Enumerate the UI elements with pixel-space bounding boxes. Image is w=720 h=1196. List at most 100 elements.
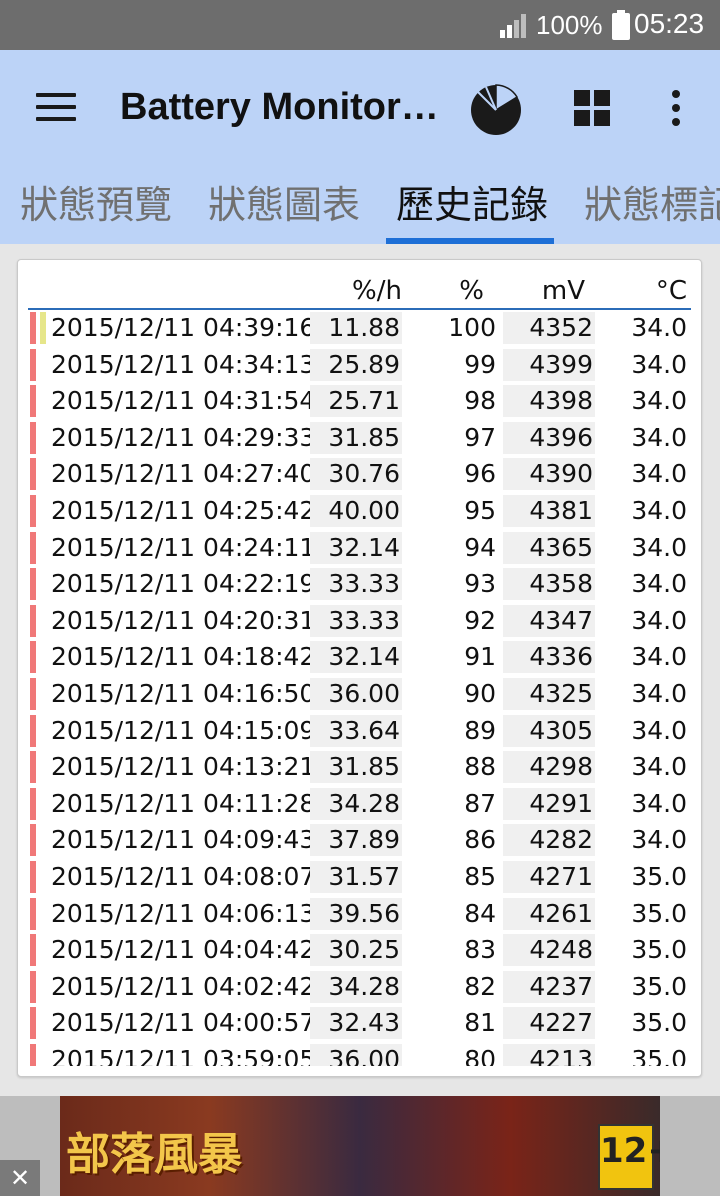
- cell-voltage: 4227: [503, 1007, 595, 1040]
- discharge-marker: [30, 531, 36, 564]
- pie-chart-icon[interactable]: [468, 82, 524, 136]
- cell-temperature: 35.0: [631, 1008, 687, 1038]
- active-tab-indicator: [386, 238, 554, 244]
- cell-percent: 88: [464, 752, 496, 782]
- cell-percent: 81: [464, 1008, 496, 1038]
- cell-temperature: 34.0: [631, 422, 687, 452]
- table-row[interactable]: 2015/12/11 04:02:42 34.28 82 4237 35.0: [18, 969, 701, 1005]
- cell-time: 2015/12/11 04:09:43: [51, 825, 316, 855]
- table-row[interactable]: 2015/12/11 04:24:11 32.14 94 4365 34.0: [18, 530, 701, 566]
- cell-voltage: 4390: [503, 458, 595, 491]
- ad-banner[interactable]: 部落風暴 12+: [0, 1096, 720, 1196]
- cell-time: 2015/12/11 04:11:28: [51, 788, 316, 818]
- cell-percent: 90: [464, 679, 496, 708]
- cell-percent: 98: [464, 386, 496, 416]
- battery-icon: [612, 10, 630, 40]
- cell-rate: 11.88: [310, 312, 402, 344]
- cell-rate: 31.57: [310, 861, 402, 893]
- table-row[interactable]: 2015/12/11 04:31:54 25.71 98 4398 34.0: [18, 383, 701, 419]
- cell-time: 2015/12/11 04:06:13: [51, 898, 316, 928]
- cell-rate: 32.14: [310, 531, 402, 564]
- cell-voltage: 4381: [503, 495, 595, 527]
- discharge-marker: [30, 604, 36, 637]
- cell-time: 2015/12/11 04:20:31: [51, 605, 316, 635]
- grid-view-icon[interactable]: [572, 88, 612, 128]
- table-row[interactable]: 2015/12/11 04:39:16 11.88 100 4352 34.0: [18, 310, 701, 346]
- cell-voltage: 4237: [503, 970, 595, 1003]
- table-row[interactable]: 2015/12/11 04:18:42 32.14 91 4336 34.0: [18, 639, 701, 675]
- cell-percent: 95: [464, 496, 496, 525]
- cell-percent: 87: [464, 788, 496, 818]
- cell-voltage: 4336: [503, 641, 595, 674]
- table-row[interactable]: 2015/12/11 04:11:28 34.28 87 4291 34.0: [18, 786, 701, 822]
- table-row[interactable]: 2015/12/11 04:16:50 36.00 90 4325 34.0: [18, 676, 701, 712]
- table-row[interactable]: 2015/12/11 03:59:05 36.00 80 4213 35.0: [18, 1042, 701, 1066]
- discharge-marker: [30, 458, 36, 491]
- header-voltage: mV: [541, 276, 585, 306]
- cell-rate: 33.33: [310, 568, 402, 601]
- cell-voltage: 4399: [503, 348, 595, 381]
- table-row[interactable]: 2015/12/11 04:27:40 30.76 96 4390 34.0: [18, 456, 701, 492]
- tab-history[interactable]: 歷史記錄: [396, 178, 548, 244]
- menu-icon[interactable]: [36, 93, 76, 123]
- table-row[interactable]: 2015/12/11 04:00:57 32.43 81 4227 35.0: [18, 1005, 701, 1041]
- tab-status-overview[interactable]: 狀態預覽: [20, 178, 172, 244]
- cell-percent: 82: [464, 971, 496, 1001]
- cell-time: 2015/12/11 04:16:50: [51, 679, 316, 708]
- cell-temperature: 34.0: [631, 679, 687, 708]
- ad-title: 部落風暴: [66, 1129, 242, 1180]
- cell-time: 2015/12/11 04:18:42: [51, 642, 316, 672]
- cell-temperature: 34.0: [631, 532, 687, 562]
- clock: 05:23: [634, 8, 705, 39]
- cell-rate: 33.33: [310, 604, 402, 637]
- cell-time: 2015/12/11 04:27:40: [51, 459, 316, 489]
- table-row[interactable]: 2015/12/11 04:29:33 31.85 97 4396 34.0: [18, 420, 701, 456]
- more-options-icon[interactable]: [662, 88, 690, 128]
- cell-time: 2015/12/11 04:24:11: [51, 532, 316, 562]
- table-row[interactable]: 2015/12/11 04:08:07 31.57 85 4271 35.0: [18, 859, 701, 895]
- table-body[interactable]: 2015/12/11 04:39:16 11.88 100 4352 34.0 2015/…: [18, 310, 701, 1066]
- cell-temperature: 34.0: [631, 788, 687, 818]
- cell-time: 2015/12/11 04:34:13: [51, 349, 316, 379]
- table-row[interactable]: 2015/12/11 04:34:13 25.89 99 4399 34.0: [18, 347, 701, 383]
- table-row[interactable]: 2015/12/11 04:15:09 33.64 89 4305 34.0: [18, 713, 701, 749]
- cell-rate: 36.00: [310, 1044, 402, 1066]
- table-row[interactable]: 2015/12/11 04:04:42 30.25 83 4248 35.0: [18, 932, 701, 968]
- cell-percent: 89: [464, 715, 496, 745]
- status-bar: 100% 05:23: [0, 0, 720, 50]
- cell-voltage: 4261: [503, 897, 595, 930]
- cell-voltage: 4213: [503, 1044, 595, 1066]
- table-row[interactable]: 2015/12/11 04:25:42 40.00 95 4381 34.0: [18, 493, 701, 529]
- cell-voltage: 4282: [503, 824, 595, 857]
- cell-time: 2015/12/11 04:29:33: [51, 422, 316, 452]
- cell-temperature: 34.0: [631, 569, 687, 599]
- table-header: %/h % mV °C: [18, 260, 701, 310]
- table-row[interactable]: 2015/12/11 04:13:21 31.85 88 4298 34.0: [18, 749, 701, 785]
- discharge-marker: [30, 751, 36, 784]
- cell-time: 2015/12/11 04:08:07: [51, 862, 316, 891]
- header-temperature: °C: [655, 276, 687, 306]
- cell-time: 2015/12/11 04:00:57: [51, 1008, 316, 1038]
- cell-rate: 36.00: [310, 678, 402, 710]
- tab-status-markers[interactable]: 狀態標記: [584, 178, 720, 244]
- app-title: Battery Monitor…: [120, 86, 439, 128]
- cell-time: 2015/12/11 04:04:42: [51, 935, 316, 965]
- tab-status-chart[interactable]: 狀態圖表: [208, 178, 360, 244]
- cell-time: 2015/12/11 04:15:09: [51, 715, 316, 745]
- cell-percent: 99: [464, 349, 496, 379]
- cell-rate: 25.89: [310, 348, 402, 381]
- cell-percent: 100: [448, 313, 496, 342]
- cell-rate: 32.14: [310, 641, 402, 674]
- close-ad-icon[interactable]: ✕: [0, 1160, 40, 1196]
- cell-rate: 40.00: [310, 495, 402, 527]
- ad-age-rating: 12+: [598, 1124, 660, 1190]
- table-row[interactable]: 2015/12/11 04:20:31 33.33 92 4347 34.0: [18, 603, 701, 639]
- discharge-marker: [30, 385, 36, 418]
- table-row[interactable]: 2015/12/11 04:22:19 33.33 93 4358 34.0: [18, 566, 701, 602]
- cell-rate: 30.76: [310, 458, 402, 491]
- cell-rate: 34.28: [310, 970, 402, 1003]
- table-row[interactable]: 2015/12/11 04:09:43 37.89 86 4282 34.0: [18, 822, 701, 858]
- ad-image[interactable]: 部落風暴 12+: [60, 1096, 660, 1196]
- table-row[interactable]: 2015/12/11 04:06:13 39.56 84 4261 35.0: [18, 896, 701, 932]
- cell-voltage: 4291: [503, 787, 595, 820]
